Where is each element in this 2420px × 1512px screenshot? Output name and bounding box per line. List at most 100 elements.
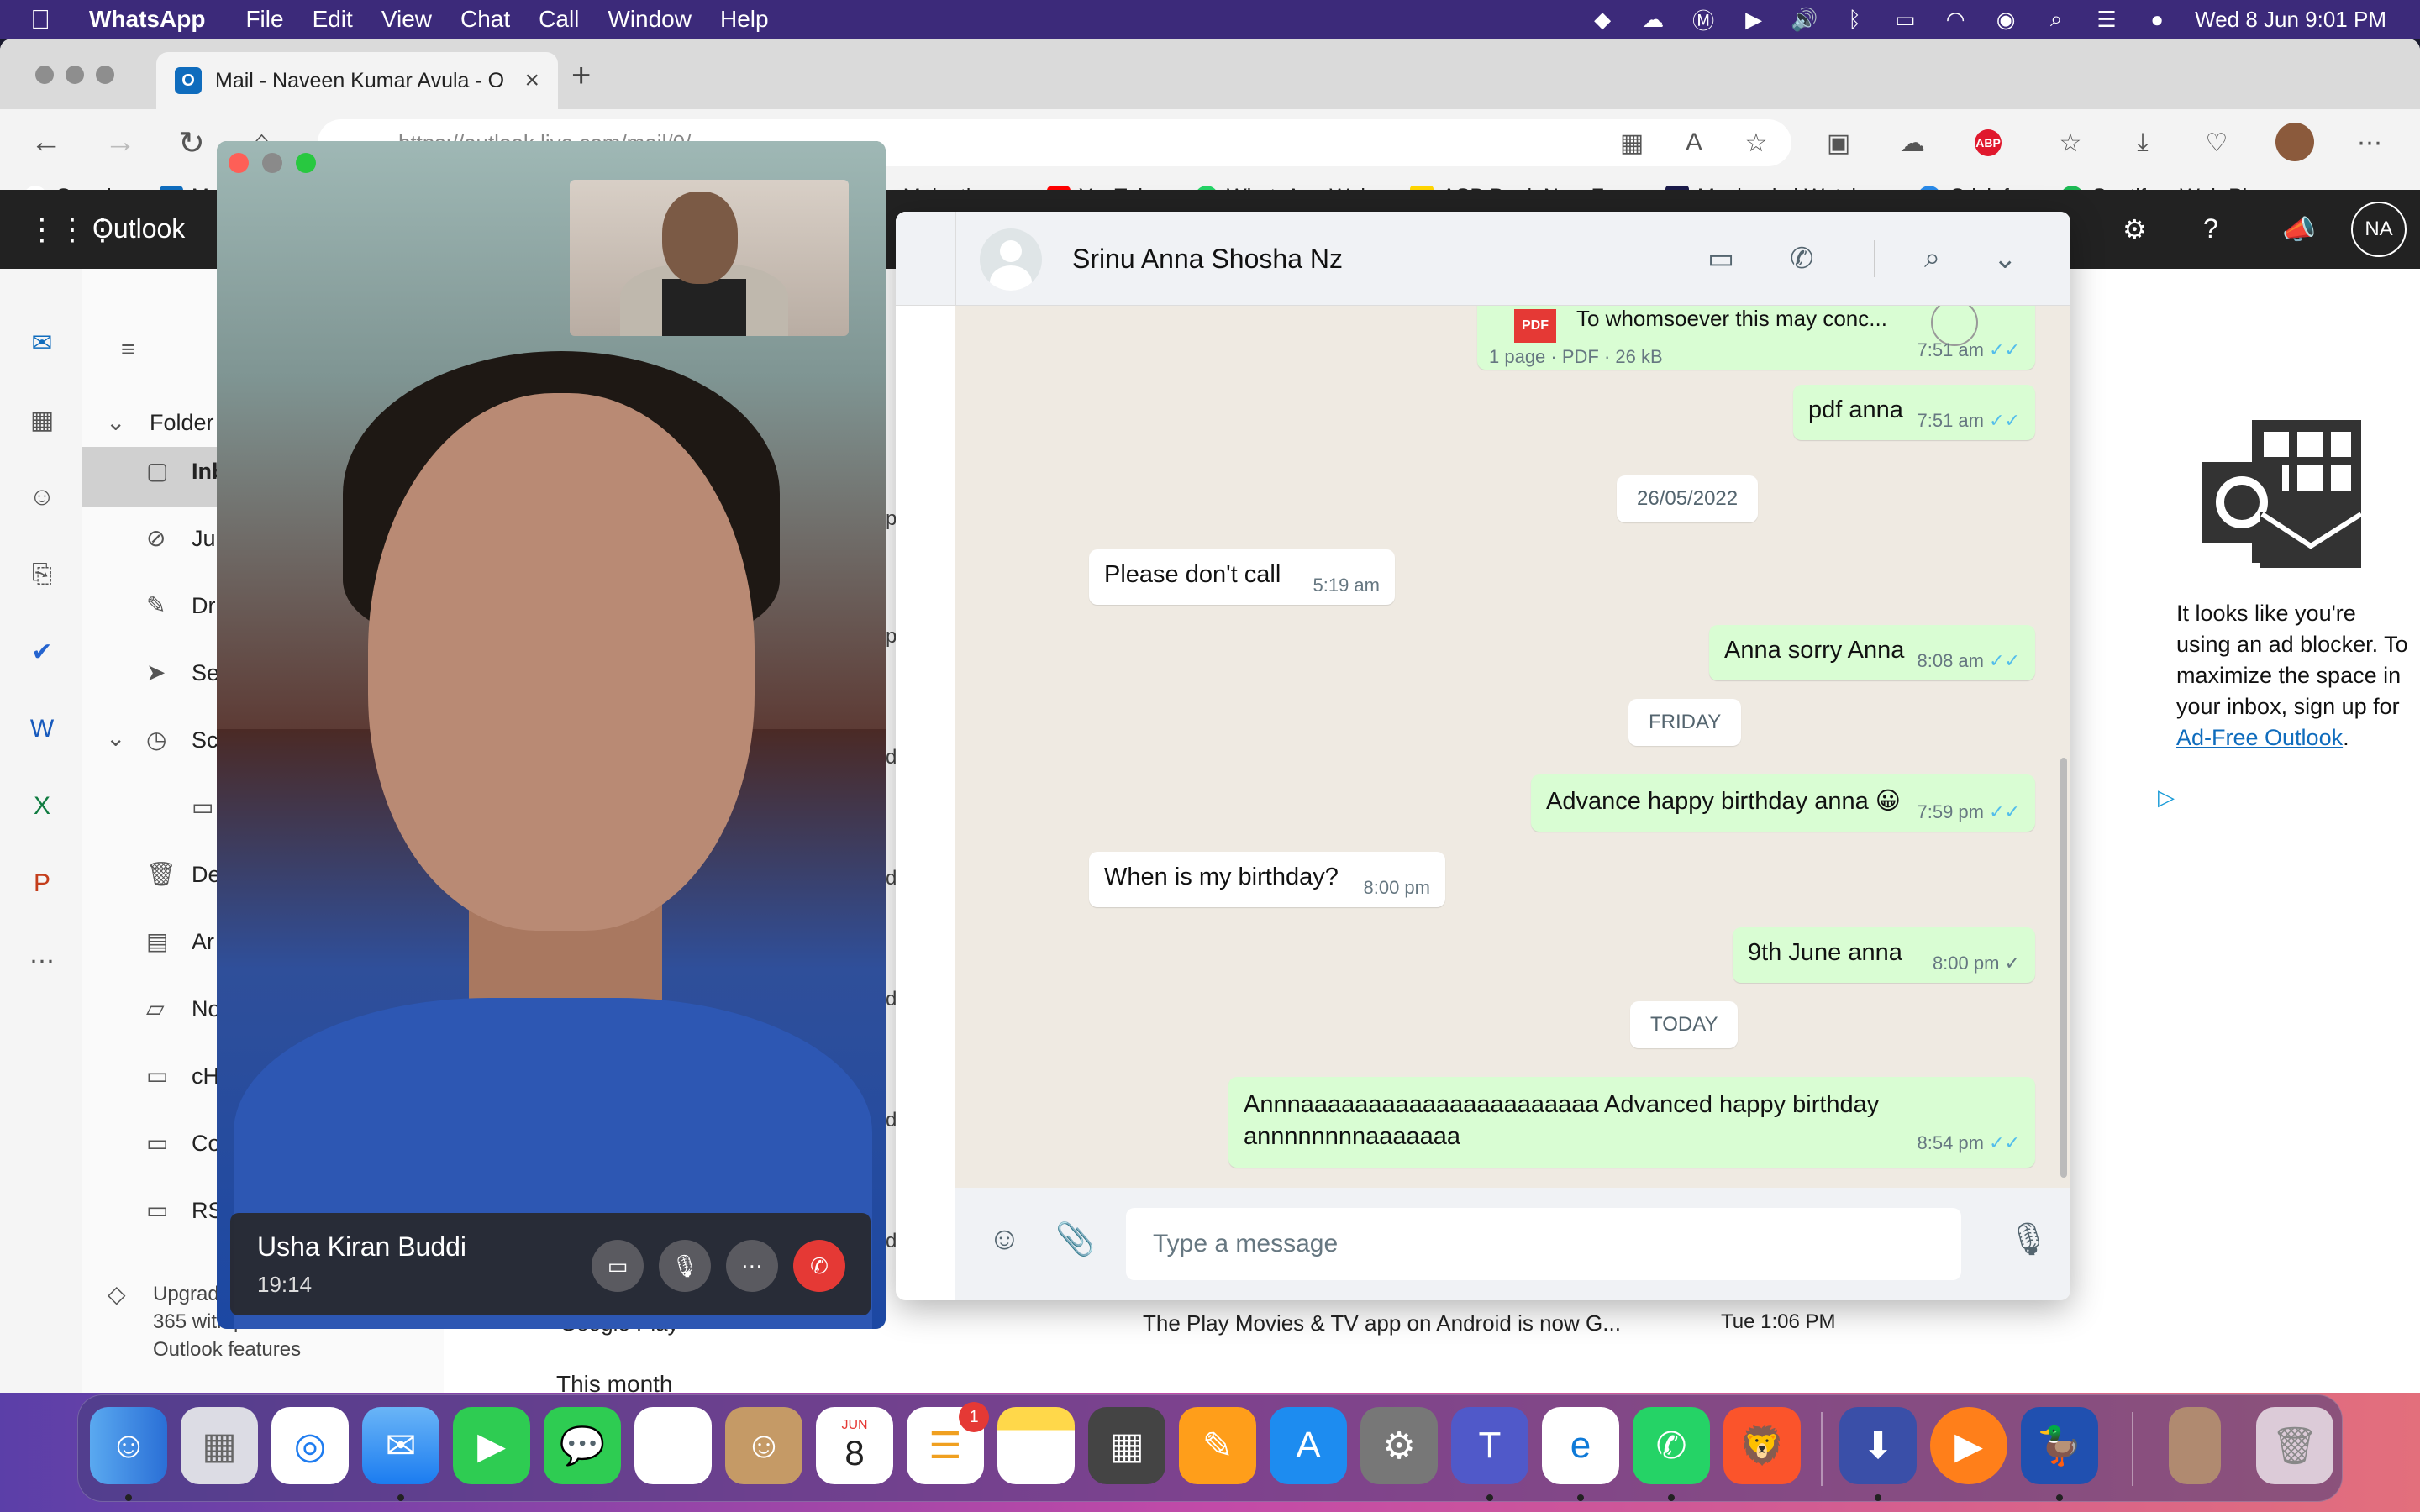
folders-header[interactable]: Folder [150,410,214,436]
infuse-icon[interactable]: ▶ [1930,1407,2007,1484]
subfolder-icon[interactable]: ▭ [192,793,213,821]
wifi-icon[interactable]: ◠ [1943,7,1968,32]
finder-icon[interactable]: ☺ [90,1407,167,1484]
excel-icon[interactable]: X [25,790,59,823]
window-zoom-button[interactable] [296,153,316,173]
self-view-video[interactable] [570,180,849,336]
message-bubble[interactable]: Advance happy birthday anna 😀 7:59 pm ✓✓ [1531,774,2035,832]
menu-edit[interactable]: Edit [313,6,353,33]
pages-icon[interactable]: ✎ [1179,1407,1256,1484]
contact-name[interactable]: Srinu Anna Shosha Nz [1072,244,1343,275]
photos-icon[interactable]: ✿ [634,1407,712,1484]
launchpad-icon[interactable]: ▦ [181,1407,258,1484]
menu-call[interactable]: Call [539,6,579,33]
message-bubble[interactable]: Anna sorry Anna 8:08 am ✓✓ [1709,625,2035,680]
back-icon[interactable]: ← [30,124,62,160]
notes-icon[interactable] [997,1407,1075,1484]
cloud-icon[interactable]: ☁ [1640,7,1665,32]
message-bubble[interactable]: Please don't call 5:19 am [1089,549,1395,605]
video-toggle-button[interactable]: ▭ [592,1240,644,1292]
folder-archive[interactable]: Ar [192,929,214,955]
folder-drafts[interactable]: Dr [192,593,216,619]
attach-icon[interactable]: ⎘ [25,558,59,591]
contacts-icon[interactable]: ☺ [725,1407,802,1484]
window-zoom-button[interactable] [96,66,114,84]
edge-icon[interactable]: e [1542,1407,1619,1484]
people-icon[interactable]: ☺ [25,480,59,514]
account-avatar[interactable]: NA [2351,202,2407,257]
profile-avatar[interactable] [2275,123,2314,161]
apple-menu-icon[interactable]:  [30,4,64,35]
window-close-button[interactable] [35,66,54,84]
hamburger-icon[interactable]: ≡ [121,336,134,363]
message-bubble[interactable]: pdf anna 7:51 am ✓✓ [1793,385,2035,440]
spotlight-icon[interactable]: ⌕ [2044,6,2069,32]
word-icon[interactable]: W [25,712,59,746]
battery-icon[interactable]: ▭ [1892,7,1918,32]
adchoices-icon[interactable]: ▷ [2158,785,2175,811]
browser-essentials-icon[interactable]: ♡ [2200,126,2233,160]
calculator-icon[interactable]: ▦ [1088,1407,1165,1484]
teams-icon[interactable]: T [1451,1407,1528,1484]
downloads-icon[interactable]: ⤓ [2126,126,2160,160]
bluetooth-icon[interactable]: ᛒ [1842,7,1867,32]
calendar-icon[interactable]: JUN 8 [816,1407,893,1484]
m-status-icon[interactable]: Ⓜ [1691,7,1716,34]
chevron-down-icon[interactable]: ⌄ [106,408,125,436]
favorites-icon[interactable]: ☆ [2054,126,2087,160]
feedback-icon[interactable]: 📣 [2282,213,2316,245]
facetime-icon[interactable]: ▶ [453,1407,530,1484]
safari-icon[interactable]: ◎ [271,1407,349,1484]
mail-icon[interactable]: ✉ [362,1407,439,1484]
more-menu-icon[interactable]: ⋯ [2353,126,2386,160]
play-status-icon[interactable]: ▶ [1741,7,1766,32]
emoji-icon[interactable]: ☺ [988,1221,1021,1257]
image-thumbnail[interactable] [2169,1407,2221,1484]
apps-icon[interactable]: ▦ [1615,126,1649,160]
brave-icon[interactable]: 🦁 [1723,1407,1801,1484]
app-store-icon[interactable]: A [1270,1407,1347,1484]
dropbox-icon[interactable]: ◆ [1590,7,1615,32]
tab-close-icon[interactable]: × [524,66,539,95]
end-call-button[interactable]: ✆ [793,1240,845,1292]
menu-file[interactable]: File [245,6,283,33]
adblock-plus-icon[interactable]: ABP [1975,129,2002,156]
folder-ch[interactable]: cH [192,1063,219,1089]
message-bubble[interactable]: Annnaaaaaaaaaaaaaaaaaaaaaa Advanced happ… [1228,1077,2035,1168]
chat-scrollbar[interactable] [2060,758,2067,1178]
mute-button[interactable]: 🎙 [659,1240,711,1292]
system-preferences-icon[interactable]: ⚙ [1360,1407,1438,1484]
cloud-extension-icon[interactable]: ☁ [1896,126,1929,160]
control-center-icon[interactable]: ☰ [2094,7,2119,32]
outlook-title[interactable]: Outlook [92,213,185,244]
video-call-icon[interactable]: ▭ [1707,242,1734,276]
read-aloud-icon[interactable]: A [1677,126,1711,160]
chevron-down-icon[interactable]: ⌄ [1993,242,2018,276]
menubar-clock[interactable]: Wed 8 Jun 9:01 PM [2195,7,2386,33]
contact-avatar[interactable] [980,228,1042,291]
folder-sent[interactable]: Se [192,660,219,686]
user-icon[interactable]: ◉ [1993,7,2018,32]
messages-icon[interactable]: 💬 [544,1407,621,1484]
powerpoint-icon[interactable]: P [25,867,59,900]
message-bubble[interactable]: When is my birthday? 8:00 pm [1089,852,1445,907]
forward-icon[interactable]: → [104,124,136,160]
new-tab-icon[interactable]: + [571,57,591,95]
pdf-message[interactable]: PDF To whomsoever this may conc... 1 pag… [1477,306,2035,370]
menu-chat[interactable]: Chat [460,6,510,33]
message-bubble[interactable]: 9th June anna 8:00 pm ✓ [1733,927,2035,983]
extension-icon[interactable]: ▣ [1822,126,1855,160]
ad-free-link[interactable]: Ad-Free Outlook [2176,725,2343,750]
window-close-button[interactable] [229,153,249,173]
cyberduck-icon[interactable]: 🦆 [2021,1407,2098,1484]
todo-icon[interactable]: ✔ [25,635,59,669]
volume-icon[interactable]: 🔊 [1791,7,1818,32]
message-input[interactable]: Type a message [1126,1208,1961,1280]
app-menu[interactable]: WhatsApp [89,6,205,33]
attach-icon[interactable]: 📎 [1055,1221,1095,1258]
favorite-add-icon[interactable]: ☆ [1739,126,1773,160]
browser-tab-outlook[interactable]: O Mail - Naveen Kumar Avula - O × [156,52,558,109]
more-apps-icon[interactable]: ⋯ [25,944,59,978]
reminders-icon[interactable]: ☰ 1 [907,1402,989,1484]
search-icon[interactable]: ⌕ [1924,242,1940,275]
